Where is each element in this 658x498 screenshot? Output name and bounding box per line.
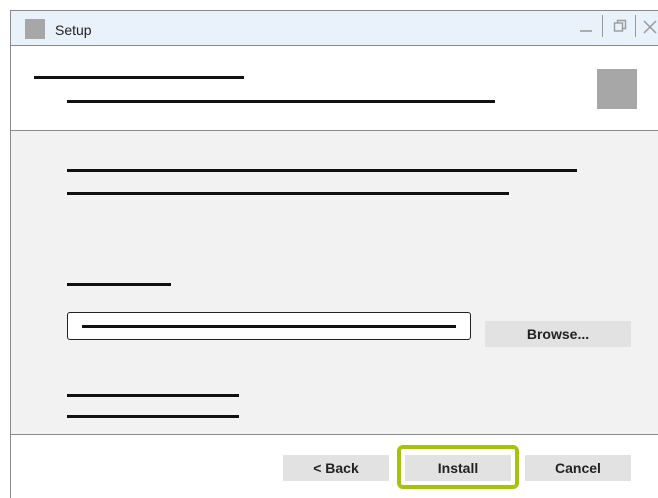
space-info-redacted [67, 394, 239, 397]
window-title: Setup [55, 22, 92, 38]
app-icon [25, 19, 45, 39]
restore-icon [613, 19, 627, 32]
header-subtitle-redacted [67, 100, 495, 103]
install-button-highlight [397, 445, 519, 489]
title-bar[interactable]: Setup [11, 11, 658, 46]
install-path-input[interactable] [67, 312, 471, 340]
cancel-button[interactable]: Cancel [525, 455, 631, 481]
wizard-footer: < Back Install Cancel [11, 436, 658, 498]
wizard-content: Browse... [11, 131, 658, 435]
folder-label-redacted [67, 283, 171, 286]
minimize-button[interactable] [573, 12, 599, 40]
close-icon [643, 20, 657, 34]
back-button[interactable]: < Back [283, 455, 389, 481]
header-title-redacted [34, 76, 244, 79]
control-separator [635, 15, 636, 37]
description-line-redacted [67, 169, 577, 172]
wizard-header [11, 47, 658, 131]
browse-button[interactable]: Browse... [485, 321, 631, 347]
control-separator [602, 15, 603, 37]
close-button[interactable] [639, 12, 658, 40]
minimize-icon [580, 30, 592, 32]
install-path-value-redacted [82, 325, 456, 328]
header-logo [597, 69, 637, 109]
description-line-redacted [67, 192, 509, 195]
restore-button[interactable] [607, 12, 633, 40]
space-info-redacted [67, 415, 239, 418]
setup-window: Setup Browse... < Back Install Cancel [10, 10, 658, 498]
